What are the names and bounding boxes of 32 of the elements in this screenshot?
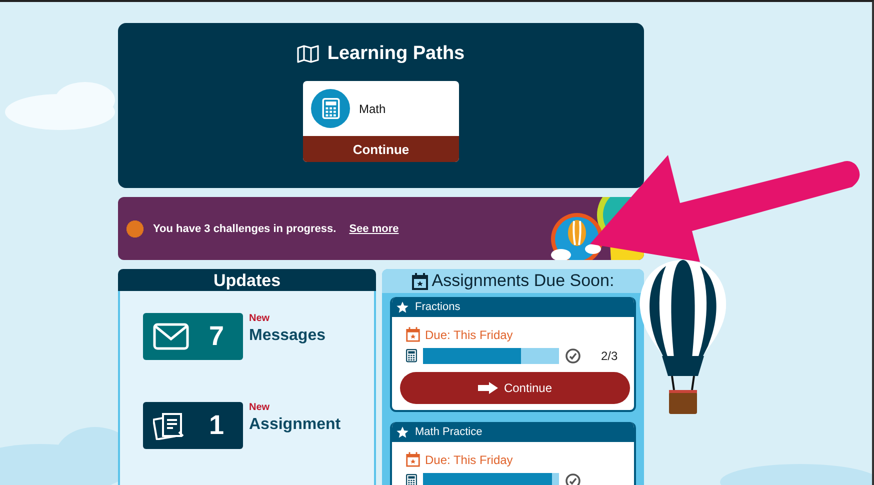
star-icon <box>396 426 409 438</box>
check-circle-icon <box>565 348 581 364</box>
envelope-icon <box>153 323 189 350</box>
calculator-icon <box>311 89 350 128</box>
path-name: Math <box>359 102 386 116</box>
continue-button[interactable]: Continue <box>303 136 459 162</box>
assignment-title: Fractions <box>415 301 460 313</box>
calendar-icon <box>406 452 420 467</box>
calendar-icon <box>412 272 428 290</box>
due-date: Due: This Friday <box>425 452 513 466</box>
map-icon <box>297 45 320 63</box>
assignment-title: Math Practice <box>415 426 482 438</box>
update-tile[interactable]: 7 <box>143 313 243 360</box>
due-date: Due: This Friday <box>425 328 513 342</box>
sun-icon <box>126 220 144 238</box>
see-more-link[interactable]: See more <box>349 222 399 234</box>
challenges-text: You have 3 challenges in progress. <box>153 222 336 234</box>
calculator-icon <box>406 349 417 363</box>
update-label[interactable]: Assignment <box>249 416 341 434</box>
progress-reading: 2/3 <box>601 349 618 363</box>
calculator-icon <box>406 474 417 485</box>
new-label: New <box>249 313 271 324</box>
panel-title: Learning Paths <box>327 43 465 65</box>
panel-title: Assignments Due Soon: <box>432 271 614 291</box>
continue-button[interactable]: Continue <box>400 372 630 404</box>
update-tile[interactable]: 1 <box>143 402 243 449</box>
update-label[interactable]: Messages <box>249 327 326 345</box>
updates-header: Updates <box>118 269 376 291</box>
new-label: New <box>249 402 271 413</box>
arrow-right-icon <box>478 382 498 394</box>
star-icon <box>396 300 409 314</box>
calendar-icon <box>406 327 420 342</box>
